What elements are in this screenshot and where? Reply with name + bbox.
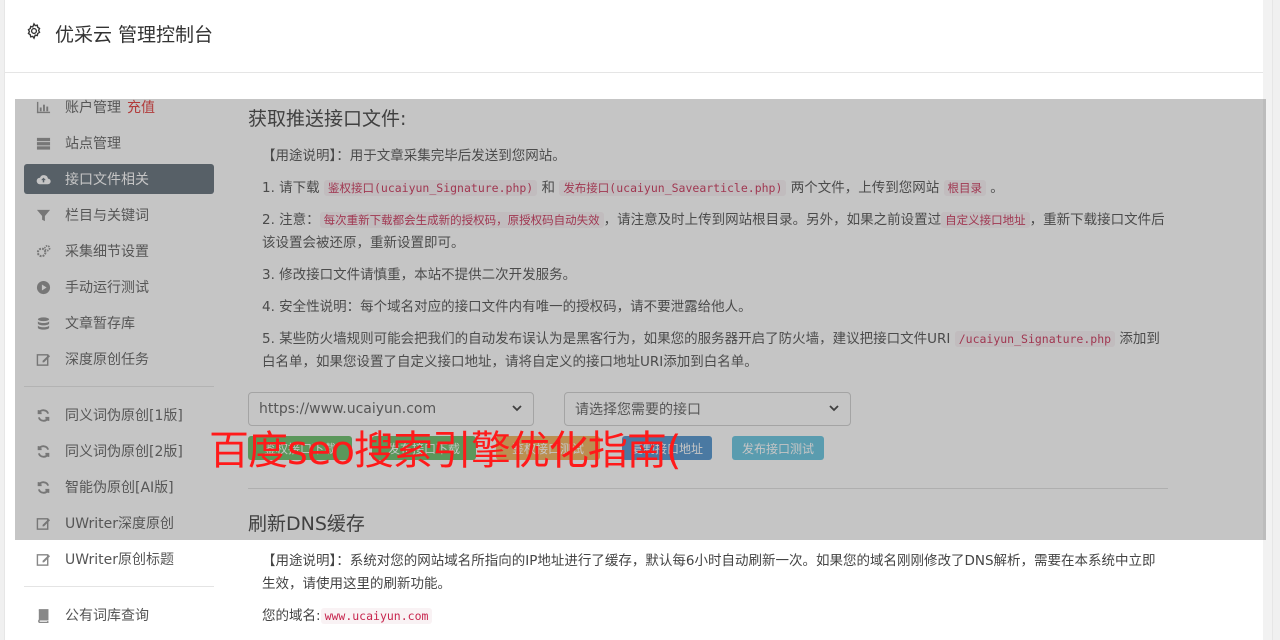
book-icon — [36, 608, 51, 623]
header: 优采云 管理控制台 — [5, 0, 1272, 73]
gear-icon — [27, 22, 41, 40]
dns-usage-note: 【用途说明】：系统对您的网站域名所指向的IP地址进行了缓存，默认每6小时自动刷新… — [262, 550, 1168, 596]
watermark-text: 百度seo搜索引擎优化指南( — [209, 428, 682, 474]
page-title: 优采云 管理控制台 — [55, 24, 214, 46]
domain-row: 您的域名: www.ucaiyun.com — [262, 605, 1168, 628]
sidebar-item-uwriter-title[interactable]: UWriter原创标题 — [24, 544, 214, 574]
usage-tag: 【用途说明】 — [262, 553, 337, 569]
usage-text: ：系统对您的网站域名所指向的IP地址进行了缓存，默认每6小时自动刷新一次。如果您… — [262, 553, 1156, 592]
sidebar-item-label: UWriter原创标题 — [65, 552, 174, 568]
sidebar-item-label: 公有词库查询 — [65, 608, 149, 624]
domain-label: 您的域名: — [262, 608, 321, 624]
edit-icon — [36, 552, 51, 567]
sidebar-divider — [24, 586, 214, 587]
domain-value: www.ucaiyun.com — [320, 608, 433, 624]
sidebar-item-public-lexicon[interactable]: 公有词库查询 — [24, 600, 214, 630]
